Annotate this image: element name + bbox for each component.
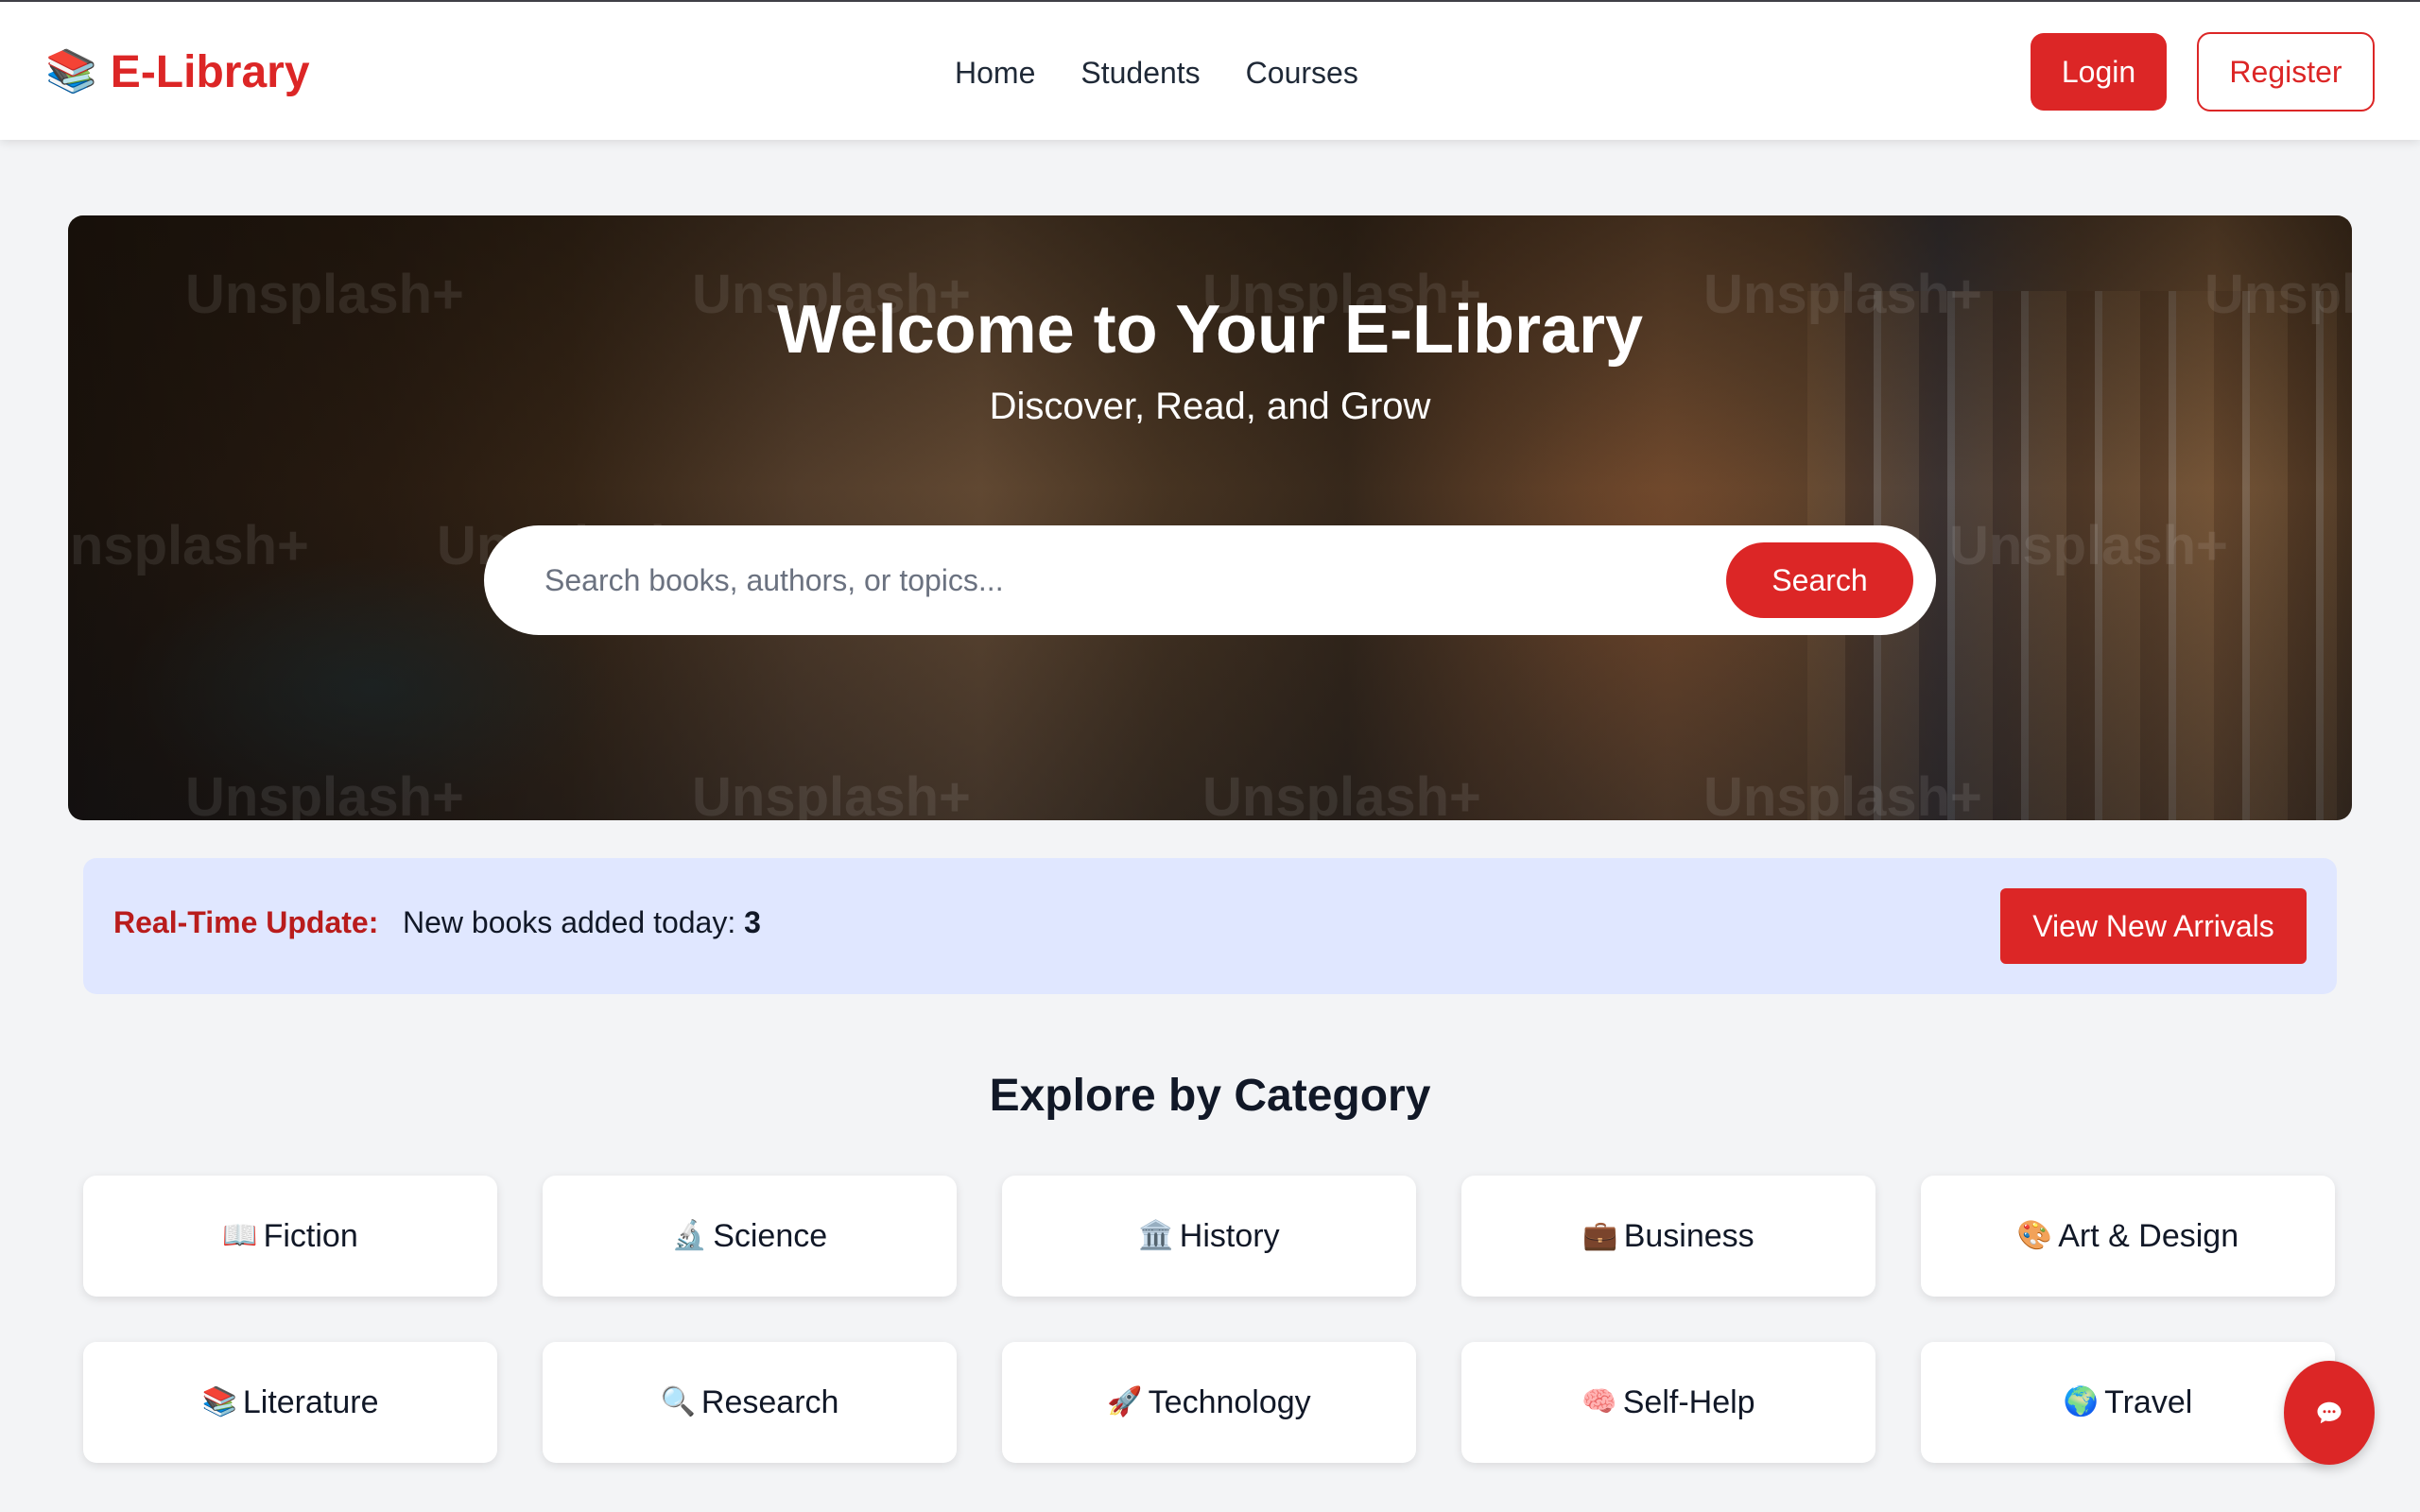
globe-icon: 🌍 [2063, 1386, 2100, 1418]
chat-bubble-icon [2317, 1401, 2342, 1424]
watermark: Unsplash+ [1202, 766, 1481, 820]
category-section-title: Explore by Category [989, 1071, 1431, 1121]
category-card-travel[interactable]: 🌍 Travel [1921, 1342, 2335, 1463]
nav-link-home[interactable]: Home [955, 56, 1035, 91]
category-grid: 📖 Fiction 🔬 Science 🏛️ History 💼 Busines… [83, 1176, 2337, 1463]
category-card-research[interactable]: 🔍 Research [543, 1342, 957, 1463]
search-input[interactable] [544, 552, 1679, 609]
magnifier-icon: 🔍 [660, 1386, 696, 1418]
site-logo-text: E-Library [110, 46, 310, 97]
books-icon: 📚 [45, 48, 97, 94]
update-message: New books added today: 3 [403, 905, 761, 940]
watermark: Unsplash+ [1949, 515, 2228, 576]
category-card-science[interactable]: 🔬 Science [543, 1176, 957, 1297]
new-books-count: 3 [744, 905, 761, 939]
hero-subtitle: Discover, Read, and Grow [989, 386, 1431, 427]
brain-icon: 🧠 [1582, 1386, 1617, 1418]
books-icon: 📚 [201, 1386, 237, 1418]
update-text: New books added today: [403, 905, 745, 939]
watermark: Unsplash+ [185, 766, 464, 820]
category-card-self-help[interactable]: 🧠 Self-Help [1461, 1342, 1876, 1463]
nav-link-courses[interactable]: Courses [1246, 56, 1358, 91]
login-button[interactable]: Login [2031, 33, 2167, 111]
top-navigation-bar: 📚 E-Library Home Students Courses Login … [0, 0, 2420, 140]
category-label: Art & Design [2058, 1217, 2239, 1254]
search-button[interactable]: Search [1726, 542, 1913, 618]
realtime-update-banner: Real-Time Update: New books added today:… [83, 858, 2337, 994]
search-bar: Search [484, 525, 1936, 635]
update-label: Real-Time Update: [113, 905, 379, 939]
category-label: Business [1623, 1217, 1754, 1254]
palette-icon: 🎨 [2016, 1220, 2053, 1251]
hero-title: Welcome to Your E-Library [776, 292, 1644, 368]
hero-banner: Unsplash+ Unsplash+ Unsplash+ Unsplash+ … [68, 215, 2352, 820]
category-label: Self-Help [1622, 1383, 1755, 1420]
watermark: Unsplash+ [68, 515, 309, 576]
microscope-icon: 🔬 [671, 1220, 708, 1251]
watermark: Unsplash+ [1703, 766, 1982, 820]
open-book-icon: 📖 [222, 1220, 258, 1251]
briefcase-icon: 💼 [1582, 1220, 1618, 1251]
category-label: Literature [242, 1383, 379, 1420]
chat-button[interactable] [2284, 1361, 2375, 1465]
category-card-literature[interactable]: 📚 Literature [83, 1342, 497, 1463]
watermark: Unsplash+ [692, 766, 971, 820]
category-label: Science [713, 1217, 828, 1254]
site-logo[interactable]: 📚 E-Library [45, 43, 310, 100]
register-button[interactable]: Register [2197, 32, 2375, 112]
main-nav: Home Students Courses [955, 51, 1358, 94]
classical-building-icon: 🏛️ [1138, 1220, 1174, 1251]
category-label: Technology [1148, 1383, 1311, 1420]
category-card-business[interactable]: 💼 Business [1461, 1176, 1876, 1297]
category-label: History [1179, 1217, 1280, 1254]
category-label: Research [700, 1383, 839, 1420]
category-card-art-design[interactable]: 🎨 Art & Design [1921, 1176, 2335, 1297]
category-card-technology[interactable]: 🚀 Technology [1002, 1342, 1416, 1463]
view-new-arrivals-button[interactable]: View New Arrivals [2000, 888, 2307, 964]
nav-link-students[interactable]: Students [1080, 56, 1200, 91]
category-card-fiction[interactable]: 📖 Fiction [83, 1176, 497, 1297]
category-label: Travel [2104, 1383, 2193, 1420]
rocket-icon: 🚀 [1107, 1386, 1143, 1418]
category-label: Fiction [263, 1217, 358, 1254]
category-card-history[interactable]: 🏛️ History [1002, 1176, 1416, 1297]
